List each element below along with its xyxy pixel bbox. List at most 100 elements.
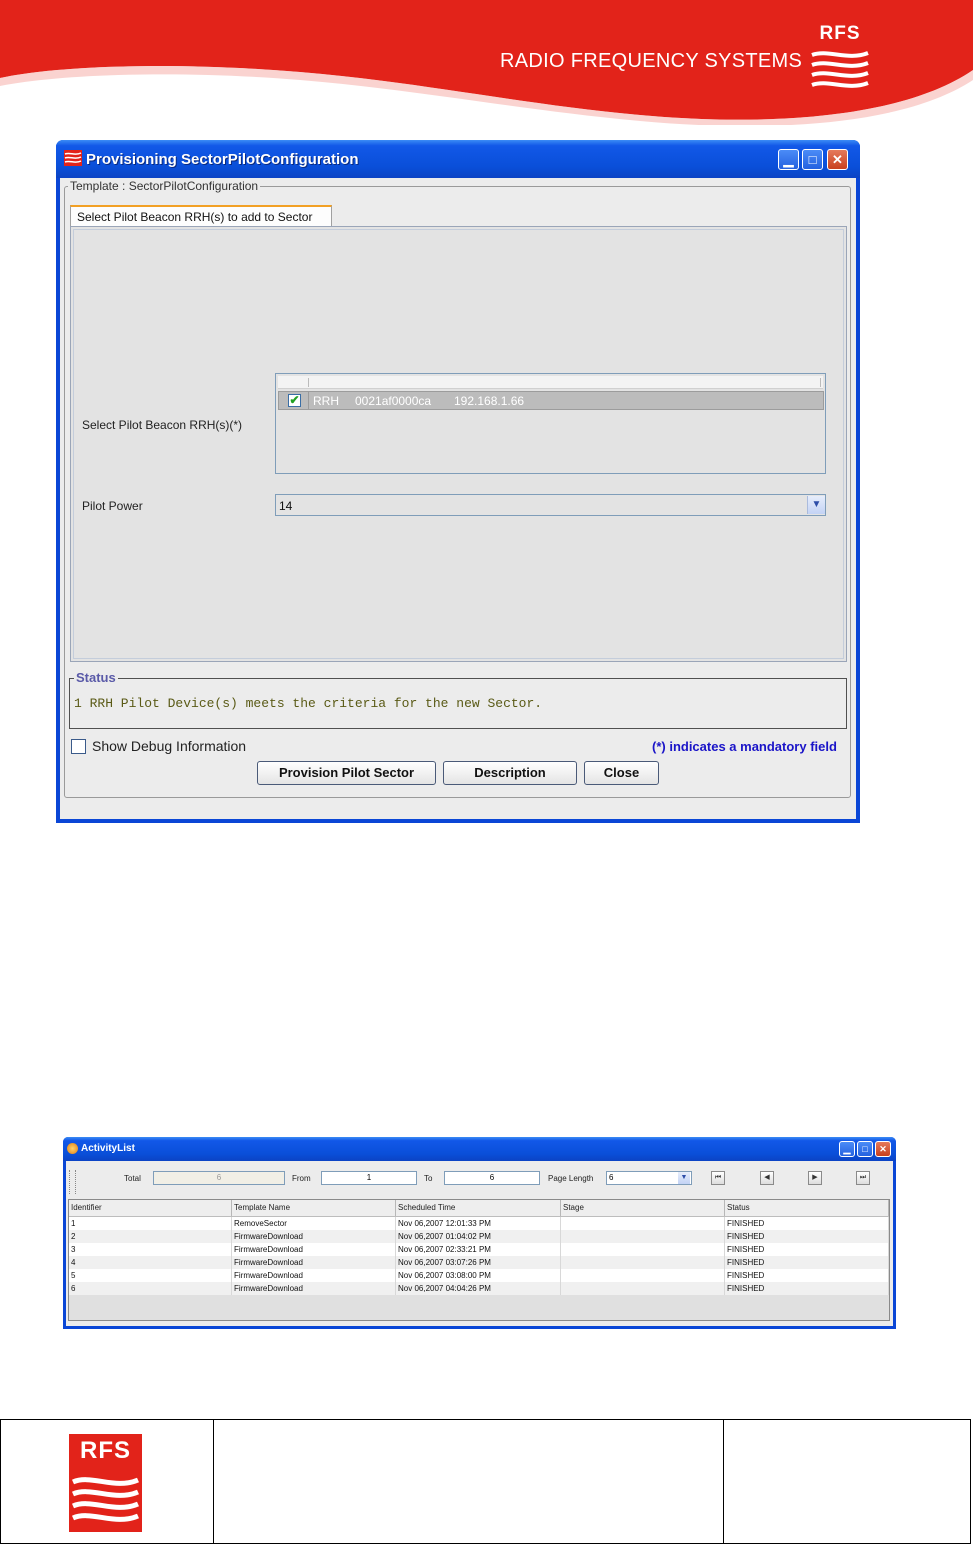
pilot-power-value: 14 — [279, 499, 293, 513]
close-icon: ✕ — [832, 152, 843, 167]
rrh-list[interactable]: ✔ RRH 0021af0000ca 192.168.1.66 — [275, 373, 826, 474]
minimize-icon: ▁ — [783, 152, 794, 167]
table-header: Identifier Template Name Scheduled Time … — [69, 1200, 889, 1217]
page-length-select[interactable]: 6 ▼ — [606, 1171, 692, 1185]
total-label: Total — [124, 1174, 141, 1183]
cell-status: FINISHED — [725, 1282, 889, 1295]
provision-pilot-sector-button[interactable]: Provision Pilot Sector — [257, 761, 436, 785]
minimize-button[interactable]: ▁ — [839, 1141, 855, 1157]
status-message: 1 RRH Pilot Device(s) meets the criteria… — [74, 696, 543, 711]
status-title: Status — [74, 670, 118, 685]
company-name: RADIO FREQUENCY SYSTEMS — [500, 50, 803, 72]
show-debug-checkbox[interactable] — [71, 739, 86, 754]
cell-status: FINISHED — [725, 1230, 889, 1243]
cell-template-name: FirmwareDownload — [232, 1282, 396, 1295]
page-length-value: 6 — [609, 1173, 614, 1182]
cell-stage — [561, 1269, 725, 1282]
page-length-label: Page Length — [548, 1174, 594, 1183]
rfs-app-icon — [64, 150, 82, 166]
cell-scheduled-time: Nov 06,2007 04:04:26 PM — [396, 1282, 561, 1295]
cell-scheduled-time: Nov 06,2007 12:01:33 PM — [396, 1217, 561, 1230]
activity-table: Identifier Template Name Scheduled Time … — [68, 1199, 890, 1321]
previous-page-icon: ◀ — [764, 1174, 770, 1181]
column-header-identifier[interactable]: Identifier — [69, 1200, 232, 1216]
maximize-button[interactable]: □ — [857, 1141, 873, 1157]
show-debug-label[interactable]: Show Debug Information — [92, 738, 246, 754]
activity-app-icon — [67, 1143, 78, 1154]
cell-identifier: 1 — [69, 1217, 232, 1230]
minimize-button[interactable]: ▁ — [778, 149, 799, 170]
close-button[interactable]: Close — [584, 761, 659, 785]
cell-scheduled-time: Nov 06,2007 03:07:26 PM — [396, 1256, 561, 1269]
column-header-scheduled-time[interactable]: Scheduled Time — [396, 1200, 561, 1216]
table-row[interactable]: 5 FirmwareDownload Nov 06,2007 03:08:00 … — [69, 1269, 889, 1282]
rrh-type: RRH — [313, 394, 339, 408]
close-window-button[interactable]: ✕ — [875, 1141, 891, 1157]
provisioning-window: Provisioning SectorPilotConfiguration ▁ … — [56, 140, 860, 823]
toolbar-grip[interactable] — [69, 1170, 76, 1194]
maximize-button[interactable]: □ — [802, 149, 823, 170]
table-row[interactable]: 3 FirmwareDownload Nov 06,2007 02:33:21 … — [69, 1243, 889, 1256]
cell-stage — [561, 1282, 725, 1295]
cell-template-name: FirmwareDownload — [232, 1243, 396, 1256]
close-icon: ✕ — [879, 1144, 887, 1154]
table-row[interactable]: 4 FirmwareDownload Nov 06,2007 03:07:26 … — [69, 1256, 889, 1269]
cell-scheduled-time: Nov 06,2007 01:04:02 PM — [396, 1230, 561, 1243]
pilot-power-select[interactable]: 14 ▼ — [275, 494, 826, 516]
window-title: Provisioning SectorPilotConfiguration — [86, 151, 359, 168]
first-page-button[interactable]: ⏮ — [711, 1171, 725, 1185]
cell-identifier: 4 — [69, 1256, 232, 1269]
tab-select-pilot-beacon[interactable]: Select Pilot Beacon RRH(s) to add to Sec… — [70, 205, 332, 227]
column-header-stage[interactable]: Stage — [561, 1200, 725, 1216]
window-client: Template : SectorPilotConfiguration Sele… — [60, 178, 856, 819]
maximize-icon: □ — [862, 1144, 868, 1154]
cell-status: FINISHED — [725, 1269, 889, 1282]
from-field[interactable]: 1 — [321, 1171, 417, 1185]
pilot-power-label: Pilot Power — [82, 499, 143, 513]
rrh-list-row[interactable]: ✔ RRH 0021af0000ca 192.168.1.66 — [278, 391, 824, 410]
last-page-button[interactable]: ⏭ — [856, 1171, 870, 1185]
cell-identifier: 2 — [69, 1230, 232, 1243]
window-titlebar[interactable]: Provisioning SectorPilotConfiguration ▁ … — [56, 140, 860, 178]
cell-template-name: FirmwareDownload — [232, 1269, 396, 1282]
table-row[interactable]: 1 RemoveSector Nov 06,2007 12:01:33 PM F… — [69, 1217, 889, 1230]
rfs-logo: RFS — [69, 1434, 142, 1532]
cell-template-name: RemoveSector — [232, 1217, 396, 1230]
cell-template-name: FirmwareDownload — [232, 1256, 396, 1269]
next-page-icon: ▶ — [812, 1174, 818, 1181]
chevron-down-icon[interactable]: ▼ — [807, 496, 825, 514]
table-row[interactable]: 2 FirmwareDownload Nov 06,2007 01:04:02 … — [69, 1230, 889, 1243]
description-button[interactable]: Description — [443, 761, 577, 785]
cell-identifier: 5 — [69, 1269, 232, 1282]
column-header-status[interactable]: Status — [725, 1200, 889, 1216]
rrh-list-header — [278, 376, 823, 389]
footer-middle-cell — [214, 1420, 724, 1543]
rfs-logo-text: RFS — [819, 23, 861, 44]
cell-template-name: FirmwareDownload — [232, 1230, 396, 1243]
cell-stage — [561, 1256, 725, 1269]
cell-stage — [561, 1243, 725, 1256]
window-titlebar[interactable]: ActivityList ▁ □ ✕ — [63, 1137, 896, 1161]
activity-list-window: ActivityList ▁ □ ✕ Total 6 From 1 To 6 P… — [63, 1137, 896, 1329]
previous-page-button[interactable]: ◀ — [760, 1171, 774, 1185]
checkmark-icon: ✔ — [289, 393, 300, 407]
rrh-row-checkbox[interactable]: ✔ — [288, 394, 301, 407]
total-field: 6 — [153, 1171, 285, 1185]
select-pilot-beacon-label: Select Pilot Beacon RRH(s)(*) — [82, 418, 243, 432]
cell-status: FINISHED — [725, 1256, 889, 1269]
cell-status: FINISHED — [725, 1217, 889, 1230]
cell-status: FINISHED — [725, 1243, 889, 1256]
chevron-down-icon[interactable]: ▼ — [678, 1172, 690, 1184]
mandatory-note: (*) indicates a mandatory field — [652, 739, 837, 754]
column-header-template-name[interactable]: Template Name — [232, 1200, 396, 1216]
close-window-button[interactable]: ✕ — [827, 149, 848, 170]
to-field[interactable]: 6 — [444, 1171, 540, 1185]
cell-scheduled-time: Nov 06,2007 03:08:00 PM — [396, 1269, 561, 1282]
rrh-ip: 192.168.1.66 — [454, 394, 525, 408]
to-label: To — [424, 1174, 433, 1183]
table-row[interactable]: 6 FirmwareDownload Nov 06,2007 04:04:26 … — [69, 1282, 889, 1295]
rrh-id: 0021af0000ca — [355, 394, 432, 408]
last-page-icon: ⏭ — [859, 1174, 867, 1181]
template-group-title: Template : SectorPilotConfiguration — [68, 179, 261, 193]
next-page-button[interactable]: ▶ — [808, 1171, 822, 1185]
